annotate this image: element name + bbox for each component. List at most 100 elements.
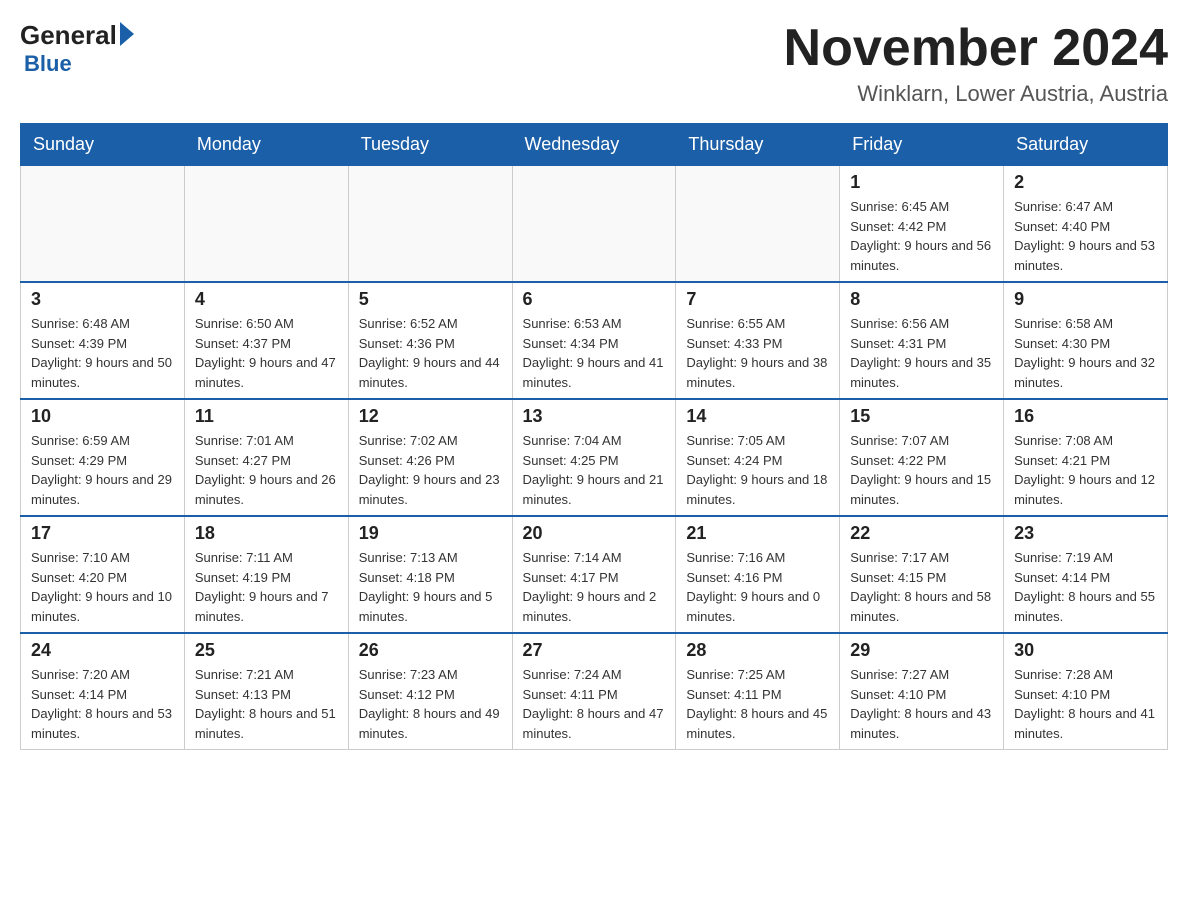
- day-info: Sunrise: 7:27 AMSunset: 4:10 PMDaylight:…: [850, 665, 993, 743]
- day-number: 4: [195, 289, 338, 310]
- day-info: Sunrise: 6:59 AMSunset: 4:29 PMDaylight:…: [31, 431, 174, 509]
- day-info: Sunrise: 7:20 AMSunset: 4:14 PMDaylight:…: [31, 665, 174, 743]
- day-info: Sunrise: 6:45 AMSunset: 4:42 PMDaylight:…: [850, 197, 993, 275]
- day-number: 10: [31, 406, 174, 427]
- day-info: Sunrise: 7:17 AMSunset: 4:15 PMDaylight:…: [850, 548, 993, 626]
- day-info: Sunrise: 7:28 AMSunset: 4:10 PMDaylight:…: [1014, 665, 1157, 743]
- day-cell: 14 Sunrise: 7:05 AMSunset: 4:24 PMDayligh…: [676, 399, 840, 516]
- day-info: Sunrise: 7:04 AMSunset: 4:25 PMDaylight:…: [523, 431, 666, 509]
- title-section: November 2024 Winklarn, Lower Austria, A…: [784, 20, 1168, 107]
- day-cell: 28 Sunrise: 7:25 AMSunset: 4:11 PMDayligh…: [676, 633, 840, 750]
- day-number: 27: [523, 640, 666, 661]
- week-row-2: 10 Sunrise: 6:59 AMSunset: 4:29 PMDayligh…: [21, 399, 1168, 516]
- day-info: Sunrise: 6:47 AMSunset: 4:40 PMDaylight:…: [1014, 197, 1157, 275]
- day-info: Sunrise: 7:25 AMSunset: 4:11 PMDaylight:…: [686, 665, 829, 743]
- day-info: Sunrise: 6:48 AMSunset: 4:39 PMDaylight:…: [31, 314, 174, 392]
- day-cell: 21 Sunrise: 7:16 AMSunset: 4:16 PMDayligh…: [676, 516, 840, 633]
- day-cell: 25 Sunrise: 7:21 AMSunset: 4:13 PMDayligh…: [184, 633, 348, 750]
- day-number: 22: [850, 523, 993, 544]
- header-monday: Monday: [184, 124, 348, 166]
- day-number: 12: [359, 406, 502, 427]
- header-sunday: Sunday: [21, 124, 185, 166]
- day-number: 24: [31, 640, 174, 661]
- day-number: 3: [31, 289, 174, 310]
- day-info: Sunrise: 6:55 AMSunset: 4:33 PMDaylight:…: [686, 314, 829, 392]
- day-number: 8: [850, 289, 993, 310]
- day-cell: 27Sunrise: 7:24 AMSunset: 4:11 PMDayligh…: [512, 633, 676, 750]
- week-row-3: 17Sunrise: 7:10 AMSunset: 4:20 PMDayligh…: [21, 516, 1168, 633]
- logo-arrow-icon: [120, 22, 134, 46]
- day-info: Sunrise: 6:50 AMSunset: 4:37 PMDaylight:…: [195, 314, 338, 392]
- header-saturday: Saturday: [1004, 124, 1168, 166]
- day-cell: 22 Sunrise: 7:17 AMSunset: 4:15 PMDayligh…: [840, 516, 1004, 633]
- day-number: 13: [523, 406, 666, 427]
- day-cell: 18 Sunrise: 7:11 AMSunset: 4:19 PMDayligh…: [184, 516, 348, 633]
- calendar-table: SundayMondayTuesdayWednesdayThursdayFrid…: [20, 123, 1168, 750]
- day-number: 2: [1014, 172, 1157, 193]
- day-info: Sunrise: 7:08 AMSunset: 4:21 PMDaylight:…: [1014, 431, 1157, 509]
- day-number: 11: [195, 406, 338, 427]
- day-cell: 16Sunrise: 7:08 AMSunset: 4:21 PMDayligh…: [1004, 399, 1168, 516]
- day-cell: 26 Sunrise: 7:23 AMSunset: 4:12 PMDayligh…: [348, 633, 512, 750]
- day-cell: 24 Sunrise: 7:20 AMSunset: 4:14 PMDayligh…: [21, 633, 185, 750]
- day-cell: 20Sunrise: 7:14 AMSunset: 4:17 PMDayligh…: [512, 516, 676, 633]
- day-cell: [676, 166, 840, 283]
- day-number: 7: [686, 289, 829, 310]
- day-info: Sunrise: 7:14 AMSunset: 4:17 PMDaylight:…: [523, 548, 666, 626]
- day-cell: 6 Sunrise: 6:53 AMSunset: 4:34 PMDaylight…: [512, 282, 676, 399]
- day-info: Sunrise: 7:02 AMSunset: 4:26 PMDaylight:…: [359, 431, 502, 509]
- day-number: 19: [359, 523, 502, 544]
- day-cell: 29 Sunrise: 7:27 AMSunset: 4:10 PMDayligh…: [840, 633, 1004, 750]
- day-cell: 19 Sunrise: 7:13 AMSunset: 4:18 PMDayligh…: [348, 516, 512, 633]
- day-cell: 23Sunrise: 7:19 AMSunset: 4:14 PMDayligh…: [1004, 516, 1168, 633]
- day-cell: 9 Sunrise: 6:58 AMSunset: 4:30 PMDaylight…: [1004, 282, 1168, 399]
- day-number: 17: [31, 523, 174, 544]
- day-number: 5: [359, 289, 502, 310]
- day-number: 18: [195, 523, 338, 544]
- day-info: Sunrise: 7:11 AMSunset: 4:19 PMDaylight:…: [195, 548, 338, 626]
- day-cell: 10 Sunrise: 6:59 AMSunset: 4:29 PMDayligh…: [21, 399, 185, 516]
- day-info: Sunrise: 7:07 AMSunset: 4:22 PMDaylight:…: [850, 431, 993, 509]
- day-cell: 13 Sunrise: 7:04 AMSunset: 4:25 PMDayligh…: [512, 399, 676, 516]
- day-number: 23: [1014, 523, 1157, 544]
- month-title: November 2024: [784, 20, 1168, 77]
- day-cell: 15Sunrise: 7:07 AMSunset: 4:22 PMDayligh…: [840, 399, 1004, 516]
- day-info: Sunrise: 7:21 AMSunset: 4:13 PMDaylight:…: [195, 665, 338, 743]
- day-number: 6: [523, 289, 666, 310]
- day-info: Sunrise: 6:58 AMSunset: 4:30 PMDaylight:…: [1014, 314, 1157, 392]
- header-wednesday: Wednesday: [512, 124, 676, 166]
- day-info: Sunrise: 7:05 AMSunset: 4:24 PMDaylight:…: [686, 431, 829, 509]
- logo-blue-text: Blue: [24, 51, 72, 77]
- day-info: Sunrise: 7:23 AMSunset: 4:12 PMDaylight:…: [359, 665, 502, 743]
- day-number: 29: [850, 640, 993, 661]
- day-cell: 2 Sunrise: 6:47 AMSunset: 4:40 PMDaylight…: [1004, 166, 1168, 283]
- day-info: Sunrise: 6:52 AMSunset: 4:36 PMDaylight:…: [359, 314, 502, 392]
- day-cell: [184, 166, 348, 283]
- header-thursday: Thursday: [676, 124, 840, 166]
- day-cell: 7 Sunrise: 6:55 AMSunset: 4:33 PMDaylight…: [676, 282, 840, 399]
- day-info: Sunrise: 7:13 AMSunset: 4:18 PMDaylight:…: [359, 548, 502, 626]
- day-cell: 1 Sunrise: 6:45 AMSunset: 4:42 PMDaylight…: [840, 166, 1004, 283]
- week-row-0: 1 Sunrise: 6:45 AMSunset: 4:42 PMDaylight…: [21, 166, 1168, 283]
- day-number: 21: [686, 523, 829, 544]
- day-cell: 5 Sunrise: 6:52 AMSunset: 4:36 PMDaylight…: [348, 282, 512, 399]
- day-number: 9: [1014, 289, 1157, 310]
- day-info: Sunrise: 6:53 AMSunset: 4:34 PMDaylight:…: [523, 314, 666, 392]
- day-cell: 8 Sunrise: 6:56 AMSunset: 4:31 PMDaylight…: [840, 282, 1004, 399]
- day-info: Sunrise: 6:56 AMSunset: 4:31 PMDaylight:…: [850, 314, 993, 392]
- day-number: 14: [686, 406, 829, 427]
- logo: General Blue: [20, 20, 134, 77]
- day-number: 28: [686, 640, 829, 661]
- day-number: 25: [195, 640, 338, 661]
- day-number: 1: [850, 172, 993, 193]
- day-info: Sunrise: 7:16 AMSunset: 4:16 PMDaylight:…: [686, 548, 829, 626]
- logo-top: General: [20, 20, 134, 51]
- day-cell: 11Sunrise: 7:01 AMSunset: 4:27 PMDayligh…: [184, 399, 348, 516]
- day-cell: 3 Sunrise: 6:48 AMSunset: 4:39 PMDaylight…: [21, 282, 185, 399]
- header-friday: Friday: [840, 124, 1004, 166]
- header: General Blue November 2024 Winklarn, Low…: [20, 20, 1168, 107]
- day-number: 26: [359, 640, 502, 661]
- day-number: 30: [1014, 640, 1157, 661]
- header-tuesday: Tuesday: [348, 124, 512, 166]
- week-row-1: 3 Sunrise: 6:48 AMSunset: 4:39 PMDaylight…: [21, 282, 1168, 399]
